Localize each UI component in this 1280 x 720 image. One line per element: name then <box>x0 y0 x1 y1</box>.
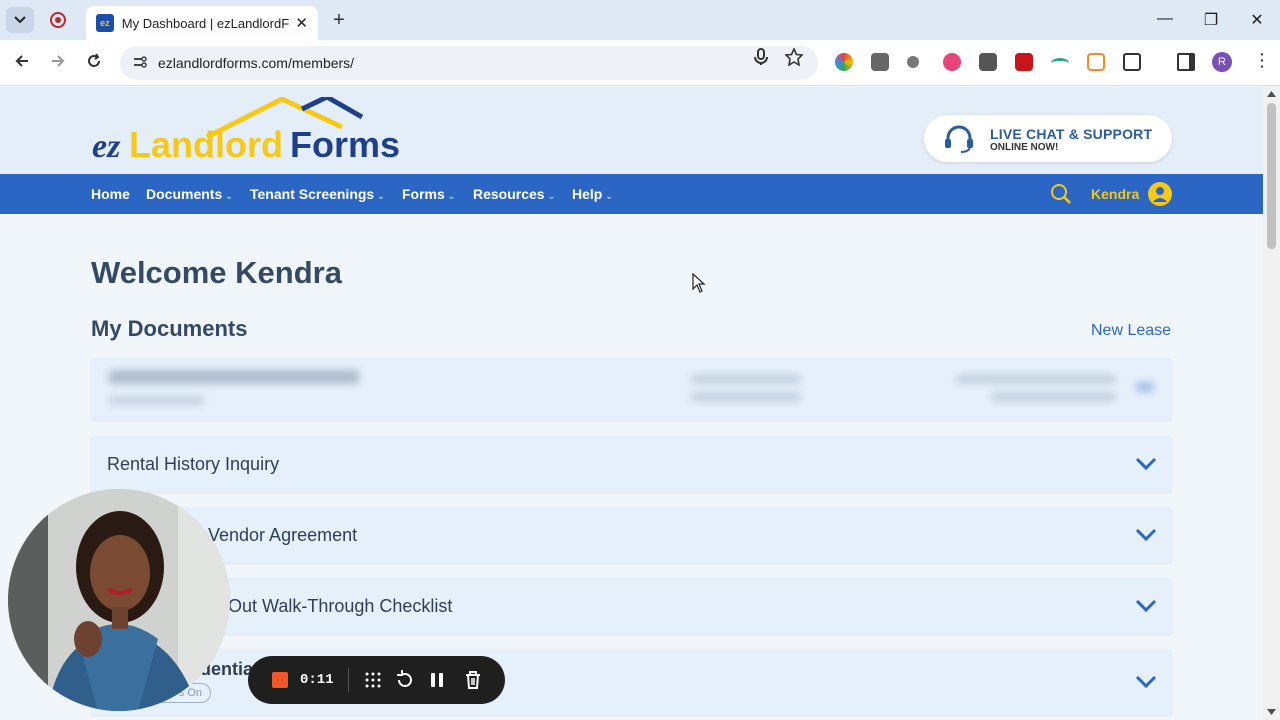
forward-button[interactable] <box>47 52 69 74</box>
chevron-down-icon: ⌄ <box>225 191 233 201</box>
side-panel-icon[interactable] <box>1177 53 1195 71</box>
logo-ez-text: ez <box>92 128 121 163</box>
main-nav: Home Documents ⌄ Tenant Screenings ⌄ Forms… <box>0 174 1263 214</box>
more-menu-icon[interactable]: ⋮ <box>1253 50 1271 71</box>
new-tab-button[interactable]: + <box>328 9 350 31</box>
welcome-heading: Welcome Kendra <box>91 255 342 290</box>
nav-resources-label: Resources <box>473 186 545 202</box>
nav-help-label: Help <box>572 186 603 202</box>
webcam-bubble[interactable] <box>8 489 230 711</box>
document-title: Out Walk-Through Checklist <box>228 596 453 616</box>
url-text: ezlandlordforms.com/members/ <box>158 55 355 71</box>
user-avatar-icon[interactable] <box>1148 182 1172 206</box>
chevron-down-icon: ⌄ <box>605 191 613 201</box>
search-icon[interactable] <box>1050 183 1072 205</box>
document-card[interactable]: Rental History Inquiry <box>91 436 1172 492</box>
tab-search-button[interactable] <box>6 7 34 33</box>
chevron-down-icon[interactable] <box>1135 528 1157 542</box>
document-card[interactable]: Vendor Agreement <box>91 507 1172 563</box>
page-scrollbar[interactable] <box>1263 87 1280 720</box>
stop-recording-button[interactable] <box>272 672 288 688</box>
headset-icon <box>945 125 973 153</box>
pause-icon[interactable] <box>426 669 448 691</box>
ezlandlordforms-logo[interactable]: ez Landlord Forms <box>92 94 414 165</box>
nav-documents[interactable]: Documents ⌄ <box>146 186 233 202</box>
extension-colorwheel-icon[interactable] <box>835 53 853 71</box>
chevron-down-icon[interactable] <box>1135 675 1157 689</box>
chevron-down-icon[interactable] <box>1135 599 1157 613</box>
drag-handle-icon[interactable] <box>362 669 384 691</box>
extension-grid-icon[interactable] <box>1087 53 1105 71</box>
scrollbar-thumb[interactable] <box>1267 103 1276 249</box>
reload-button[interactable] <box>83 52 105 74</box>
arrow-right-icon <box>52 55 65 67</box>
close-window-button[interactable]: ✕ <box>1247 10 1267 30</box>
arrow-left-icon <box>15 55 28 67</box>
microphone-icon[interactable] <box>753 48 769 71</box>
extension-pdf-icon[interactable] <box>1015 53 1033 71</box>
logo-forms-text: Forms <box>290 124 400 163</box>
nav-forms[interactable]: Forms ⌄ <box>402 186 455 202</box>
chevron-down-icon <box>14 16 26 24</box>
nav-help[interactable]: Help ⌄ <box>572 186 613 202</box>
extensions-puzzle-icon[interactable] <box>1123 53 1141 71</box>
nav-resources[interactable]: Resources ⌄ <box>473 186 555 202</box>
site-header: ez Landlord Forms LIVE CHAT & SUPPORT ON… <box>0 87 1263 174</box>
nav-documents-label: Documents <box>146 186 223 202</box>
document-card[interactable]: Out Walk-Through Checklist <box>91 578 1172 634</box>
browser-toolbar: ezlandlordforms.com/members/ R ⋮ <box>0 40 1280 86</box>
recording-timer: 0:11 <box>300 672 334 688</box>
divider <box>348 668 349 692</box>
back-button[interactable] <box>11 52 33 74</box>
chevron-down-icon: ⌄ <box>447 191 456 201</box>
nav-home-label: Home <box>91 186 130 202</box>
live-chat-button[interactable]: LIVE CHAT & SUPPORT ONLINE NOW! <box>924 115 1172 162</box>
document-title: Rental History Inquiry <box>107 454 280 474</box>
address-bar[interactable]: ezlandlordforms.com/members/ <box>120 46 818 80</box>
chevron-down-icon: ⌄ <box>377 191 385 201</box>
chevron-down-icon[interactable] <box>1135 457 1157 471</box>
bookmark-star-icon[interactable] <box>784 47 804 71</box>
document-card-blurred[interactable] <box>91 358 1172 420</box>
reload-icon <box>88 53 100 67</box>
extension-w-icon[interactable] <box>871 53 889 71</box>
scroll-down-icon[interactable] <box>1267 709 1276 715</box>
tab-title: My Dashboard | ezLandlordForms <box>121 15 290 31</box>
webcam-video <box>8 489 230 711</box>
site-settings-icon[interactable] <box>132 55 150 72</box>
site-favicon-icon: ez <box>96 14 114 32</box>
profile-avatar[interactable]: R <box>1212 52 1232 72</box>
logo-landlord-text: Landlord <box>129 124 283 163</box>
user-menu-name[interactable]: Kendra <box>1091 186 1139 202</box>
chat-status: ONLINE NOW! <box>990 142 1059 153</box>
extension-arc-icon[interactable] <box>1051 58 1069 68</box>
recording-tab-icon[interactable] <box>50 12 66 28</box>
active-tab[interactable]: ez My Dashboard | ezLandlordForms ✕ <box>86 6 318 40</box>
minimize-button[interactable]: — <box>1155 10 1175 28</box>
restore-button[interactable]: ❐ <box>1201 10 1221 30</box>
chat-title: LIVE CHAT & SUPPORT <box>990 126 1153 142</box>
extension-heart-icon[interactable] <box>943 53 961 71</box>
trash-icon[interactable] <box>462 669 484 691</box>
scroll-up-icon[interactable] <box>1267 91 1276 97</box>
mouse-cursor-icon <box>692 273 706 293</box>
my-documents-heading: My Documents <box>91 316 248 341</box>
tab-close-button[interactable]: ✕ <box>295 14 308 32</box>
restart-icon[interactable] <box>394 669 416 691</box>
browser-tab-bar: ez My Dashboard | ezLandlordForms ✕ + — … <box>0 0 1280 40</box>
new-lease-link[interactable]: New Lease <box>1091 322 1171 340</box>
recording-controls: 0:11 <box>248 656 505 704</box>
nav-tenant-screenings-label: Tenant Screenings <box>250 186 375 202</box>
nav-tenant-screenings[interactable]: Tenant Screenings ⌄ <box>250 186 385 202</box>
chevron-down-icon: ⌄ <box>547 191 556 201</box>
nav-forms-label: Forms <box>402 186 445 202</box>
nav-home[interactable]: Home <box>91 186 130 202</box>
extension-facebook-icon[interactable] <box>979 53 997 71</box>
extension-dot-icon[interactable] <box>907 56 919 68</box>
document-title: Vendor Agreement <box>208 525 358 545</box>
